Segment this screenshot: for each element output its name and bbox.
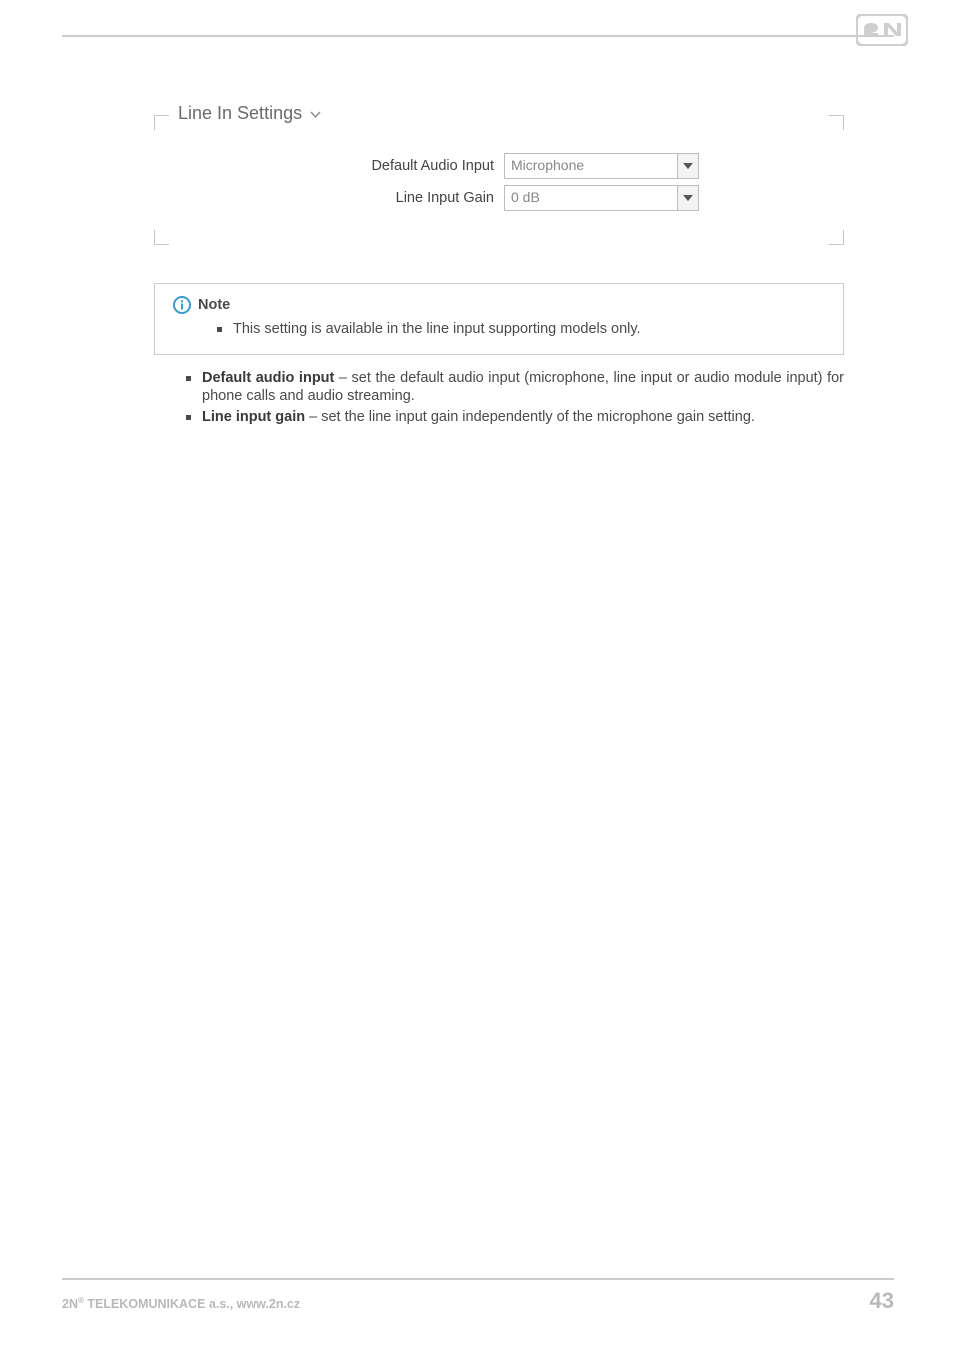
brand-logo bbox=[856, 14, 908, 51]
caret-down-icon bbox=[683, 163, 693, 169]
line-in-settings-fieldset: Line In Settings Default Audio Input Mic… bbox=[154, 115, 844, 245]
definition: – set the line input gain independently … bbox=[305, 409, 755, 425]
chevron-down-icon bbox=[307, 106, 321, 122]
form-row-line-input-gain: Line Input Gain 0 dB bbox=[184, 185, 814, 211]
fieldset-corner bbox=[154, 115, 169, 130]
footer-company: TELEKOMUNIKACE a.s., www.2n.cz bbox=[84, 1297, 300, 1311]
note-list: This setting is available in the line in… bbox=[217, 320, 825, 340]
fieldset-legend[interactable]: Line In Settings bbox=[172, 103, 327, 124]
fieldset-corner bbox=[154, 230, 169, 245]
dropdown-button[interactable] bbox=[677, 154, 698, 178]
footer-left: 2N® TELEKOMUNIKACE a.s., www.2n.cz bbox=[62, 1296, 300, 1311]
form-row-default-audio-input: Default Audio Input Microphone bbox=[184, 153, 814, 179]
page-number: 43 bbox=[870, 1288, 894, 1314]
two-n-logo-icon bbox=[856, 14, 908, 46]
fieldset-corner bbox=[829, 115, 844, 130]
page-footer: 2N® TELEKOMUNIKACE a.s., www.2n.cz 43 bbox=[62, 1278, 894, 1314]
field-label: Default Audio Input bbox=[184, 158, 504, 174]
line-input-gain-select[interactable]: 0 dB bbox=[504, 185, 699, 211]
fieldset-legend-text: Line In Settings bbox=[178, 103, 302, 123]
term: Default audio input bbox=[202, 370, 334, 386]
fieldset-corner bbox=[829, 230, 844, 245]
note-header: Note bbox=[173, 296, 825, 314]
term: Line input gain bbox=[202, 409, 305, 425]
note-callout: Note This setting is available in the li… bbox=[154, 283, 844, 355]
list-item: Default audio input – set the default au… bbox=[186, 369, 844, 406]
note-list-item: This setting is available in the line in… bbox=[217, 320, 825, 340]
description-list: Default audio input – set the default au… bbox=[186, 369, 844, 427]
caret-down-icon bbox=[683, 195, 693, 201]
header-rule bbox=[62, 35, 894, 37]
info-icon bbox=[173, 296, 191, 314]
select-value: Microphone bbox=[505, 154, 677, 178]
select-value: 0 dB bbox=[505, 186, 677, 210]
field-label: Line Input Gain bbox=[184, 190, 504, 206]
note-title: Note bbox=[198, 297, 230, 313]
footer-brand: 2N bbox=[62, 1297, 78, 1311]
list-item: Line input gain – set the line input gai… bbox=[186, 408, 844, 427]
default-audio-input-select[interactable]: Microphone bbox=[504, 153, 699, 179]
dropdown-button[interactable] bbox=[677, 186, 698, 210]
